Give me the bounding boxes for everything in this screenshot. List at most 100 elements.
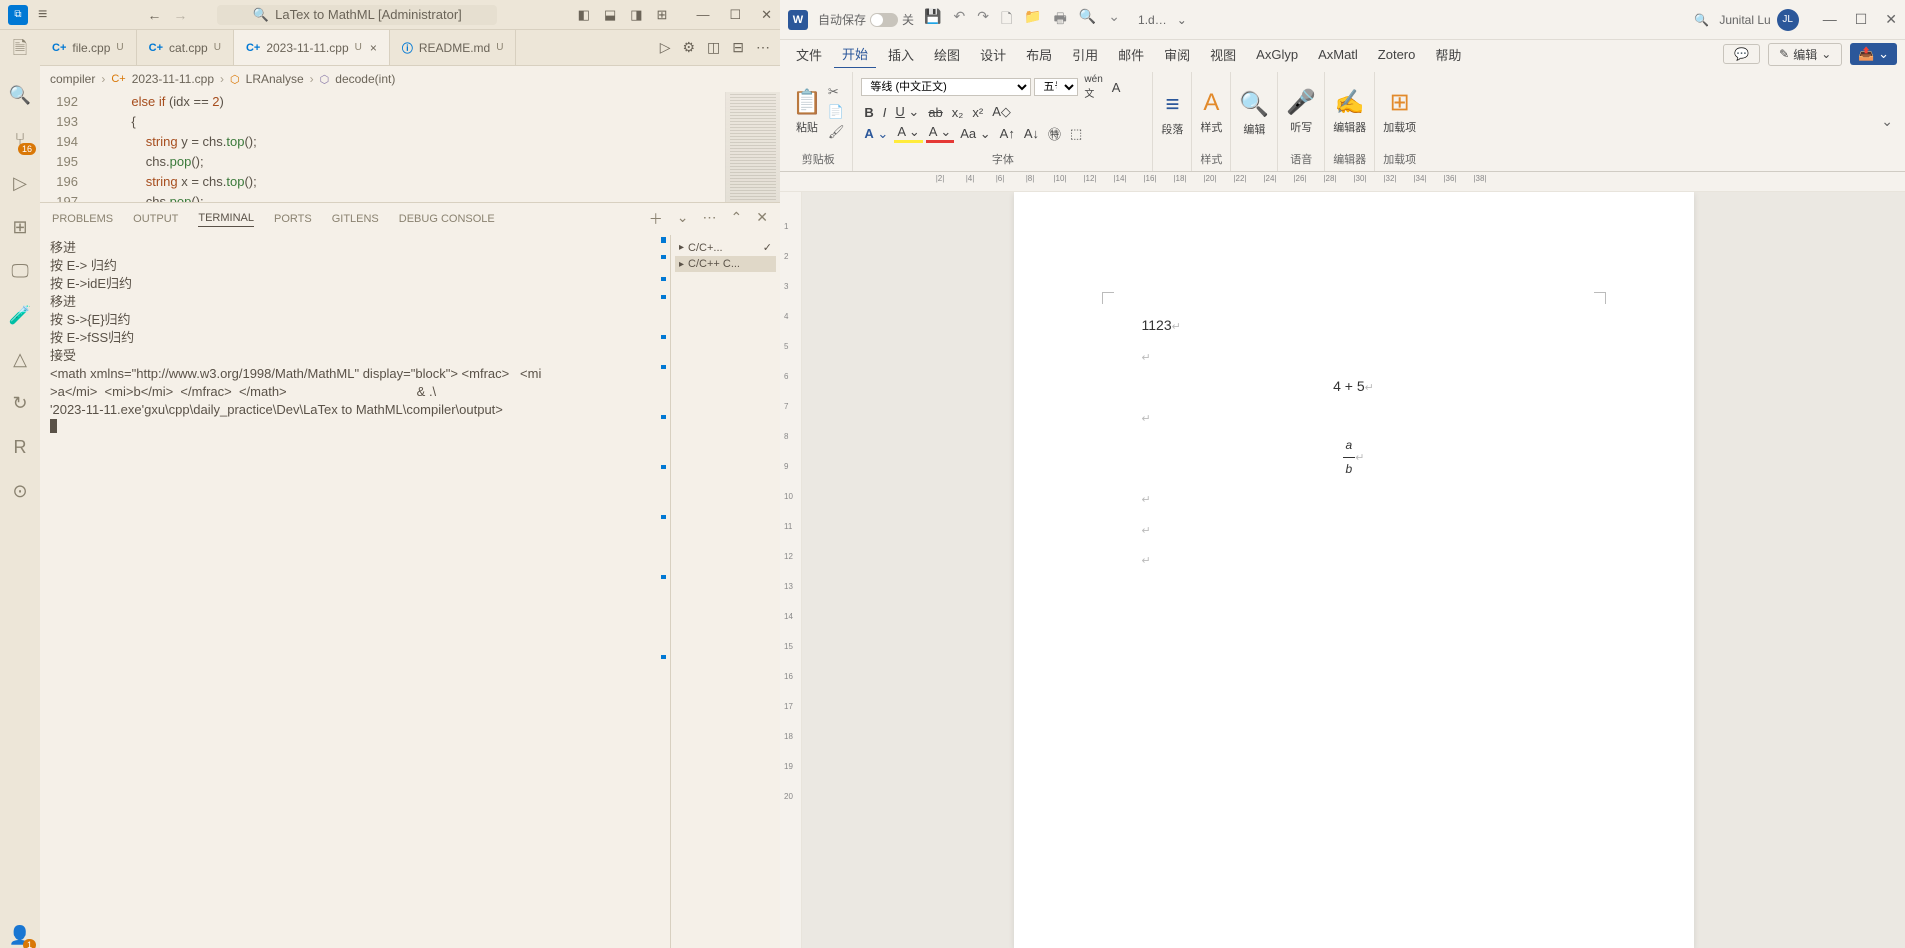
panel-tab-terminal[interactable]: TERMINAL: [198, 212, 254, 227]
ext2-icon[interactable]: ↻: [7, 390, 33, 416]
terminal-more-icon[interactable]: ⋯: [703, 209, 717, 229]
redo-icon[interactable]: ↷: [977, 8, 989, 32]
layout-bottom-icon[interactable]: ⬓: [604, 7, 616, 23]
share-button[interactable]: 📤 ⌄: [1850, 43, 1897, 65]
styles-button[interactable]: A样式: [1200, 89, 1222, 135]
new-icon[interactable]: 🗋: [1001, 8, 1012, 32]
italic-button[interactable]: I: [880, 105, 890, 120]
explorer-icon[interactable]: 🗎: [7, 38, 33, 64]
superscript-button[interactable]: x²: [969, 105, 986, 120]
horizontal-ruler[interactable]: |2||4||6||8| |10||12||14||16| |18||20||2…: [780, 172, 1905, 192]
menu-hamburger-icon[interactable]: ≡: [38, 6, 47, 24]
more-icon[interactable]: ⋯: [756, 39, 770, 56]
terminal-item-2[interactable]: ▸C/C++ C...: [675, 256, 776, 272]
testing-icon[interactable]: 🧪: [7, 302, 33, 328]
tab-file-cpp[interactable]: C+file.cppU: [40, 30, 137, 65]
qat-dropdown-icon[interactable]: ⌄: [1108, 8, 1120, 32]
edit-button[interactable]: 🔍编辑: [1239, 90, 1269, 137]
font-name-select[interactable]: 等线 (中文正文): [861, 78, 1031, 96]
cut-icon[interactable]: ✂: [828, 84, 845, 100]
window-maximize-icon[interactable]: ☐: [1855, 11, 1868, 28]
window-close-icon[interactable]: ✕: [761, 7, 772, 23]
terminal-dropdown-icon[interactable]: ⌄: [677, 209, 689, 229]
dictate-button[interactable]: 🎤听写: [1286, 88, 1316, 135]
enclose-char-icon[interactable]: ㊕: [1045, 124, 1064, 143]
tab-home[interactable]: 开始: [834, 40, 876, 69]
shrink-font-icon[interactable]: A↓: [1021, 126, 1042, 141]
char-border-icon[interactable]: A: [1109, 80, 1124, 95]
addins-button[interactable]: ⊞加载项: [1383, 88, 1416, 135]
doc-dropdown-icon[interactable]: ⌄: [1177, 13, 1187, 27]
print-icon[interactable]: 🖶: [1054, 8, 1067, 32]
format-painter-icon[interactable]: 🖌: [828, 124, 845, 140]
tab-references[interactable]: 引用: [1064, 41, 1106, 68]
user-account[interactable]: Junital Lu JL: [1719, 9, 1798, 31]
tab-insert[interactable]: 插入: [880, 41, 922, 68]
ribbon-collapse-icon[interactable]: ⌄: [1873, 72, 1901, 171]
tab-design[interactable]: 设计: [972, 41, 1014, 68]
layout-customize-icon[interactable]: ⊞: [657, 7, 668, 23]
subscript-button[interactable]: x₂: [949, 105, 967, 120]
save-icon[interactable]: 💾: [924, 8, 941, 32]
search-icon[interactable]: 🔍: [7, 82, 33, 108]
panel-tab-debug[interactable]: DEBUG CONSOLE: [399, 213, 495, 225]
command-center[interactable]: 🔍 LaTex to MathML [Administrator]: [217, 5, 497, 25]
ext1-icon[interactable]: △: [7, 346, 33, 372]
source-control-icon[interactable]: ⑂16: [7, 126, 33, 152]
tab-2023-11-11-cpp[interactable]: C+2023-11-11.cppU×: [234, 30, 390, 65]
terminal[interactable]: 移进 按 E-> 归约 按 E->idE归约 移进 按 S->{E}归约 按 E…: [40, 235, 780, 948]
split-icon[interactable]: ◫: [707, 39, 720, 56]
text-effects-icon[interactable]: A ⌄: [861, 126, 891, 142]
search-icon[interactable]: 🔍: [1694, 13, 1709, 27]
tab-file[interactable]: 文件: [788, 41, 830, 68]
tab-readme-md[interactable]: ⓘREADME.mdU: [390, 30, 517, 65]
open-icon[interactable]: 📁: [1024, 8, 1041, 32]
window-minimize-icon[interactable]: ―: [696, 7, 709, 23]
remote-icon[interactable]: 🖵: [7, 258, 33, 284]
run-icon[interactable]: ▷: [660, 39, 671, 56]
panel-tab-output[interactable]: OUTPUT: [133, 213, 178, 225]
diff-icon[interactable]: ⊟: [732, 39, 744, 56]
nav-back-icon[interactable]: ←: [147, 7, 161, 23]
window-maximize-icon[interactable]: ☐: [729, 7, 741, 23]
editor-button[interactable]: ✍编辑器: [1333, 88, 1366, 135]
bold-button[interactable]: B: [861, 105, 876, 120]
strikethrough-button[interactable]: ab: [925, 105, 945, 120]
nav-forward-icon[interactable]: →: [173, 7, 187, 23]
grow-font-icon[interactable]: A↑: [997, 126, 1018, 141]
tab-layout[interactable]: 布局: [1018, 41, 1060, 68]
editing-mode-button[interactable]: ✎编辑⌄: [1768, 43, 1842, 66]
panel-tab-ports[interactable]: PORTS: [274, 213, 312, 225]
font-color-icon[interactable]: A ⌄: [926, 124, 954, 143]
tab-mail[interactable]: 邮件: [1110, 41, 1152, 68]
clear-format-icon[interactable]: A◇: [989, 104, 1014, 120]
tab-close-icon[interactable]: ×: [370, 41, 377, 55]
code-editor[interactable]: 192 193 194 195 196 197 else if (idx == …: [40, 92, 780, 202]
copy-icon[interactable]: 📄: [828, 104, 845, 120]
terminal-item-1[interactable]: ▸C/C+...✓: [675, 239, 776, 256]
vertical-ruler[interactable]: 1234 5678 9101112 13141516 17181920: [780, 192, 802, 948]
tab-help[interactable]: 帮助: [1427, 41, 1469, 68]
document-name[interactable]: 1.d…: [1138, 13, 1167, 27]
paragraph-button[interactable]: ≡段落: [1161, 91, 1183, 137]
run-debug-icon[interactable]: ▷: [7, 170, 33, 196]
layout-left-icon[interactable]: ◧: [578, 7, 590, 23]
tab-view[interactable]: 视图: [1202, 41, 1244, 68]
undo-icon[interactable]: ↶: [953, 8, 965, 32]
terminal-new-icon[interactable]: ＋: [649, 209, 663, 229]
char-shading-icon[interactable]: ⬚: [1067, 126, 1085, 142]
font-size-select[interactable]: 五号: [1034, 78, 1078, 96]
qat-search-icon[interactable]: 🔍: [1079, 8, 1096, 32]
autosave-toggle[interactable]: 自动保存 关: [818, 11, 914, 28]
panel-close-icon[interactable]: ✕: [756, 209, 768, 229]
ext4-icon[interactable]: ⊙: [7, 478, 33, 504]
paste-button[interactable]: 📋粘贴: [792, 88, 822, 135]
underline-button[interactable]: U ⌄: [892, 104, 922, 120]
account-icon[interactable]: 👤1: [7, 922, 33, 948]
window-minimize-icon[interactable]: ―: [1823, 11, 1837, 28]
tab-review[interactable]: 审阅: [1156, 41, 1198, 68]
minimap[interactable]: [725, 92, 780, 202]
settings-icon[interactable]: ⚙: [682, 39, 695, 56]
highlight-icon[interactable]: A ⌄: [894, 124, 922, 143]
ext3-icon[interactable]: R: [7, 434, 33, 460]
